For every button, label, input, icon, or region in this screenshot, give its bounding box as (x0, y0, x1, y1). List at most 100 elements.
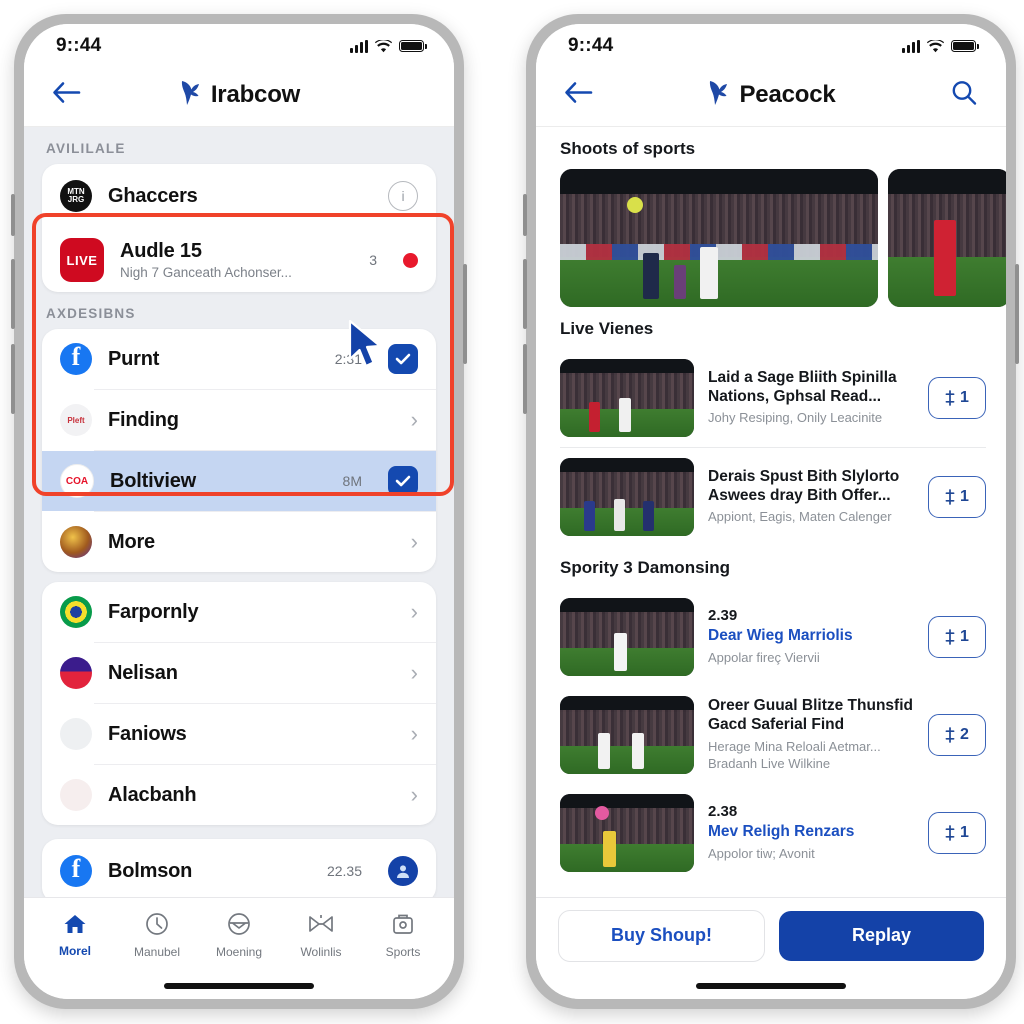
list-item[interactable]: 2.38 Mev Religh Renzars Appolor tiw; Avo… (536, 784, 1006, 882)
list-item-description: Appolar fireç Viervii (708, 650, 820, 665)
replay-button[interactable]: Replay (779, 910, 984, 961)
pin-icon (945, 390, 955, 406)
profile-avatar-icon[interactable] (388, 856, 418, 886)
avatar (60, 657, 92, 689)
count-badge[interactable]: 1 (928, 812, 986, 854)
phone-right-volume-up-button[interactable] (523, 259, 527, 329)
hero-image-primary[interactable] (560, 169, 878, 307)
search-button[interactable] (950, 79, 978, 112)
list-item-meta: 8M (342, 473, 362, 489)
thumbnail-image (560, 598, 694, 676)
list-item[interactable]: Faniows › (42, 704, 436, 764)
peacock-logo-icon (706, 80, 730, 111)
count-badge[interactable]: 1 (928, 616, 986, 658)
wifi-icon (375, 39, 392, 53)
list-item[interactable]: More › (42, 512, 436, 572)
list-item[interactable]: Derais Spust Bith Slylorto Aswees dray B… (536, 448, 1006, 546)
card-available: MTN JRG Ghaccers i LIVE Audle 15 Nigh 7 … (42, 164, 436, 292)
list-item[interactable]: Pleft Finding › (42, 390, 436, 450)
brand-name-right: Peacock (739, 81, 836, 108)
avatar (60, 596, 92, 628)
phone-right-volume-down-button[interactable] (523, 344, 527, 414)
tab-manubel[interactable]: Manubel (121, 912, 193, 959)
thumbnail-image (560, 359, 694, 437)
phone-device-left: 9::44 Irabcow AVILILALE MTN JRG Ghaccers… (11, 14, 467, 1009)
phone-left-volume-up-button[interactable] (11, 259, 15, 329)
list-item-description: Johy Resiping, Onily Leacinite (708, 410, 883, 426)
list-item-subtitle: Nigh 7 Ganceath Achonser... (120, 265, 292, 280)
section-label-addons: AXDESIBNS (46, 306, 136, 321)
card-teams: Farpornly › Nelisan › Faniows › Alacbanh… (42, 582, 436, 825)
count-badge[interactable]: 1 (928, 377, 986, 419)
list-item-text: 2.38 Mev Religh Renzars Appolor tiw; Avo… (708, 803, 914, 863)
back-button-right[interactable] (564, 82, 594, 109)
list-item[interactable]: Farpornly › (42, 582, 436, 642)
home-indicator-right[interactable] (536, 973, 1006, 999)
list-item[interactable]: COA Boltiview 8M (42, 451, 436, 511)
list-item-time: 2.39 (708, 607, 738, 625)
list-item[interactable]: Laid a Sage Bliith Spinilla Nations, Gph… (536, 349, 1006, 447)
list-item[interactable]: Purnt 2:31 (42, 329, 436, 389)
avatar (60, 718, 92, 750)
home-indicator-left[interactable] (24, 973, 454, 999)
status-clock: 9::44 (568, 35, 614, 56)
list-item-text: Oreer Guual Blitze Thunsfid Gacd Saferia… (708, 697, 914, 773)
info-icon[interactable]: i (388, 181, 418, 211)
screenshot-canvas: 9::44 Irabcow AVILILALE MTN JRG Ghaccers… (0, 0, 1024, 1024)
phone-left-volume-down-button[interactable] (11, 344, 15, 414)
tab-morel[interactable]: Morel (39, 913, 111, 958)
content-left: AVILILALE MTN JRG Ghaccers i LIVE Audle … (24, 127, 454, 897)
phone-right-mute-button[interactable] (523, 194, 527, 236)
list-item-headline[interactable]: Dear Wieg Marriolis (708, 627, 914, 646)
phone-left-power-button[interactable] (463, 264, 467, 364)
list-item-description: Appiont, Eagis, Maten Calenger (708, 509, 892, 525)
buy-shoup-button[interactable]: Buy Shoup! (558, 909, 765, 962)
tab-wolinlis[interactable]: Wolinlis (285, 912, 357, 959)
hero-image-secondary[interactable] (888, 169, 1006, 307)
battery-icon (399, 40, 427, 52)
avatar: Pleft (60, 404, 92, 436)
list-item-title: Ghaccers (108, 184, 198, 207)
list-item[interactable]: 2.39 Dear Wieg Marriolis Appolar fireç V… (536, 588, 1006, 686)
list-item-title: More (108, 530, 155, 553)
checkbox-checked-icon[interactable] (388, 466, 418, 496)
list-item-title: Purnt (108, 347, 160, 370)
tab-sports[interactable]: Sports (367, 912, 439, 959)
status-bar-right: 9::44 (536, 24, 1006, 64)
section-label-available: AVILILALE (46, 141, 126, 156)
briefcase-icon (392, 912, 414, 941)
list-item-description: Appolor tiw; Avonit (708, 846, 815, 861)
list-item-title: Faniows (108, 722, 187, 745)
tab-label: Sports (385, 945, 421, 959)
phone-left-mute-button[interactable] (11, 194, 15, 236)
count-badge[interactable]: 2 (928, 714, 986, 756)
avatar (60, 779, 92, 811)
status-dot-icon (403, 252, 418, 268)
list-item[interactable]: Alacbanh › (42, 765, 436, 825)
list-item[interactable]: LIVE Audle 15 Nigh 7 Ganceath Achonser..… (42, 228, 436, 292)
chevron-right-icon: › (410, 782, 418, 807)
content-right: Shoots of sports Live Vienes Laid a Sage… (536, 127, 1006, 897)
list-item[interactable]: Nelisan › (42, 643, 436, 703)
chevron-right-icon: › (410, 599, 418, 624)
list-item[interactable]: Oreer Guual Blitze Thunsfid Gacd Saferia… (536, 686, 1006, 784)
checkbox-checked-icon[interactable] (388, 344, 418, 374)
wifi-icon (927, 39, 944, 53)
avatar-label: Pleft (67, 415, 85, 425)
peacock-logo-icon (178, 80, 202, 111)
facebook-icon (60, 342, 92, 375)
hero-carousel[interactable] (536, 169, 1006, 307)
action-bar-right: Buy Shoup! Replay (536, 897, 1006, 973)
list-item-headline[interactable]: Mev Religh Renzars (708, 823, 914, 842)
phone-right-power-button[interactable] (1015, 264, 1019, 364)
back-button-left[interactable] (52, 82, 82, 109)
avatar-label: COA (65, 475, 89, 487)
tab-moening[interactable]: Moening (203, 912, 275, 959)
list-item-title: Finding (108, 408, 179, 431)
list-item-meta: 22.35 (326, 863, 362, 879)
count-badge[interactable]: 1 (928, 476, 986, 518)
status-clock: 9::44 (56, 35, 102, 56)
list-item[interactable]: MTN JRG Ghaccers i (42, 164, 436, 228)
list-item[interactable]: Bolmson 22.35 (42, 839, 436, 897)
section-title-live: Live Vienes (560, 319, 654, 338)
